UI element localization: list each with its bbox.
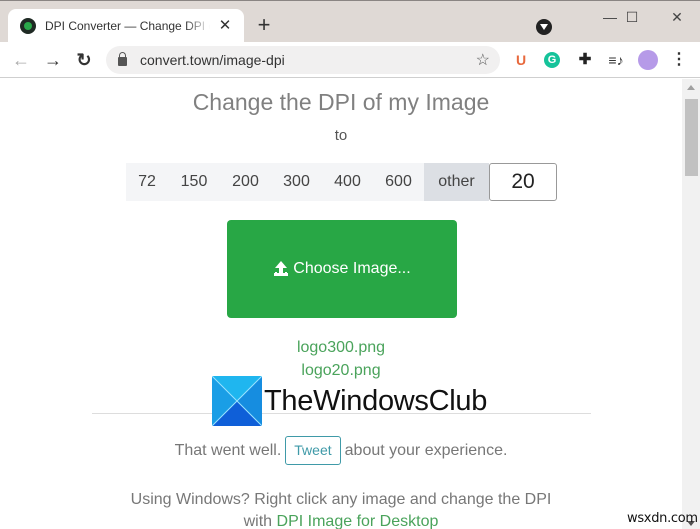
dpi-option-300[interactable]: 300 [271,163,322,201]
menu-kebab-icon[interactable]: ⋮ [670,51,688,69]
scroll-thumb[interactable] [685,99,698,176]
dpi-option-other[interactable]: other [424,163,489,201]
scroll-up-arrow-icon[interactable] [687,85,695,90]
feedback-line: That went well. Tweet about your experie… [0,436,682,465]
extensions-puzzle-icon[interactable]: ✚ [576,51,594,69]
windows-note: Using Windows? Right click any image and… [0,489,682,529]
to-label: to [334,127,348,144]
close-window-button[interactable]: ✕ [657,7,697,27]
page-title: Change the DPI of my Image [192,89,490,115]
page-content: Change the DPI of my Image to 72 150 200… [0,79,682,529]
back-arrow-icon[interactable]: ← [10,49,32,71]
browser-tab[interactable]: DPI Converter — Change DPI of Image ✕ [8,9,244,43]
upload-icon [273,261,289,277]
thewindowsclub-watermark: TheWindowsClub [212,376,487,426]
close-tab-icon[interactable]: ✕ [216,17,234,35]
dpi-image-desktop-link[interactable]: DPI Image for Desktop [277,513,439,529]
url-text[interactable]: convert.town/image-dpi [140,52,285,68]
choose-image-button[interactable]: Choose Image... [227,220,457,318]
tab-search-icon[interactable] [536,19,552,35]
dpi-option-150[interactable]: 150 [168,163,220,201]
windows-club-logo-icon [212,376,262,426]
dpi-option-72[interactable]: 72 [126,163,168,201]
media-queue-icon[interactable]: ≡♪ [607,51,625,69]
site-watermark: wsxdn.com [627,511,698,526]
custom-dpi-input[interactable] [489,163,557,201]
reload-icon[interactable]: ↻ [73,49,95,71]
new-tab-button[interactable]: + [253,14,275,36]
windows-note-with: with [243,513,273,529]
forward-arrow-icon[interactable]: → [42,49,64,71]
file-link-logo300[interactable]: logo300.png [0,339,682,357]
maximize-button[interactable]: ☐ [612,7,652,27]
lock-icon [118,52,127,66]
feedback-suffix: about your experience. [344,441,508,459]
browser-toolbar: ← → ↻ convert.town/image-dpi ☆ U G ✚ ≡♪ … [0,42,700,78]
convert-town-favicon-icon [20,18,36,34]
choose-image-label: Choose Image... [293,260,411,277]
dpi-selector: 72 150 200 300 400 600 other [126,163,557,201]
windows-note-text: Using Windows? Right click any image and… [130,491,552,508]
title-bar: DPI Converter — Change DPI of Image ✕ + … [0,0,700,43]
address-bar[interactable]: convert.town/image-dpi ☆ [106,46,500,74]
vertical-scrollbar[interactable] [682,79,700,529]
grammarly-extension-icon[interactable]: G [544,52,560,68]
feedback-prefix: That went well. [174,441,282,459]
brand-watermark-text: TheWindowsClub [264,384,488,417]
tweet-button[interactable]: Tweet [285,436,341,465]
dpi-option-400[interactable]: 400 [322,163,373,201]
dpi-option-600[interactable]: 600 [373,163,424,201]
tab-title: DPI Converter — Change DPI of Image [45,19,210,33]
ublock-extension-icon[interactable]: U [512,51,530,69]
bookmark-star-icon[interactable]: ☆ [476,50,490,70]
dpi-option-200[interactable]: 200 [220,163,271,201]
profile-avatar[interactable] [638,50,658,70]
